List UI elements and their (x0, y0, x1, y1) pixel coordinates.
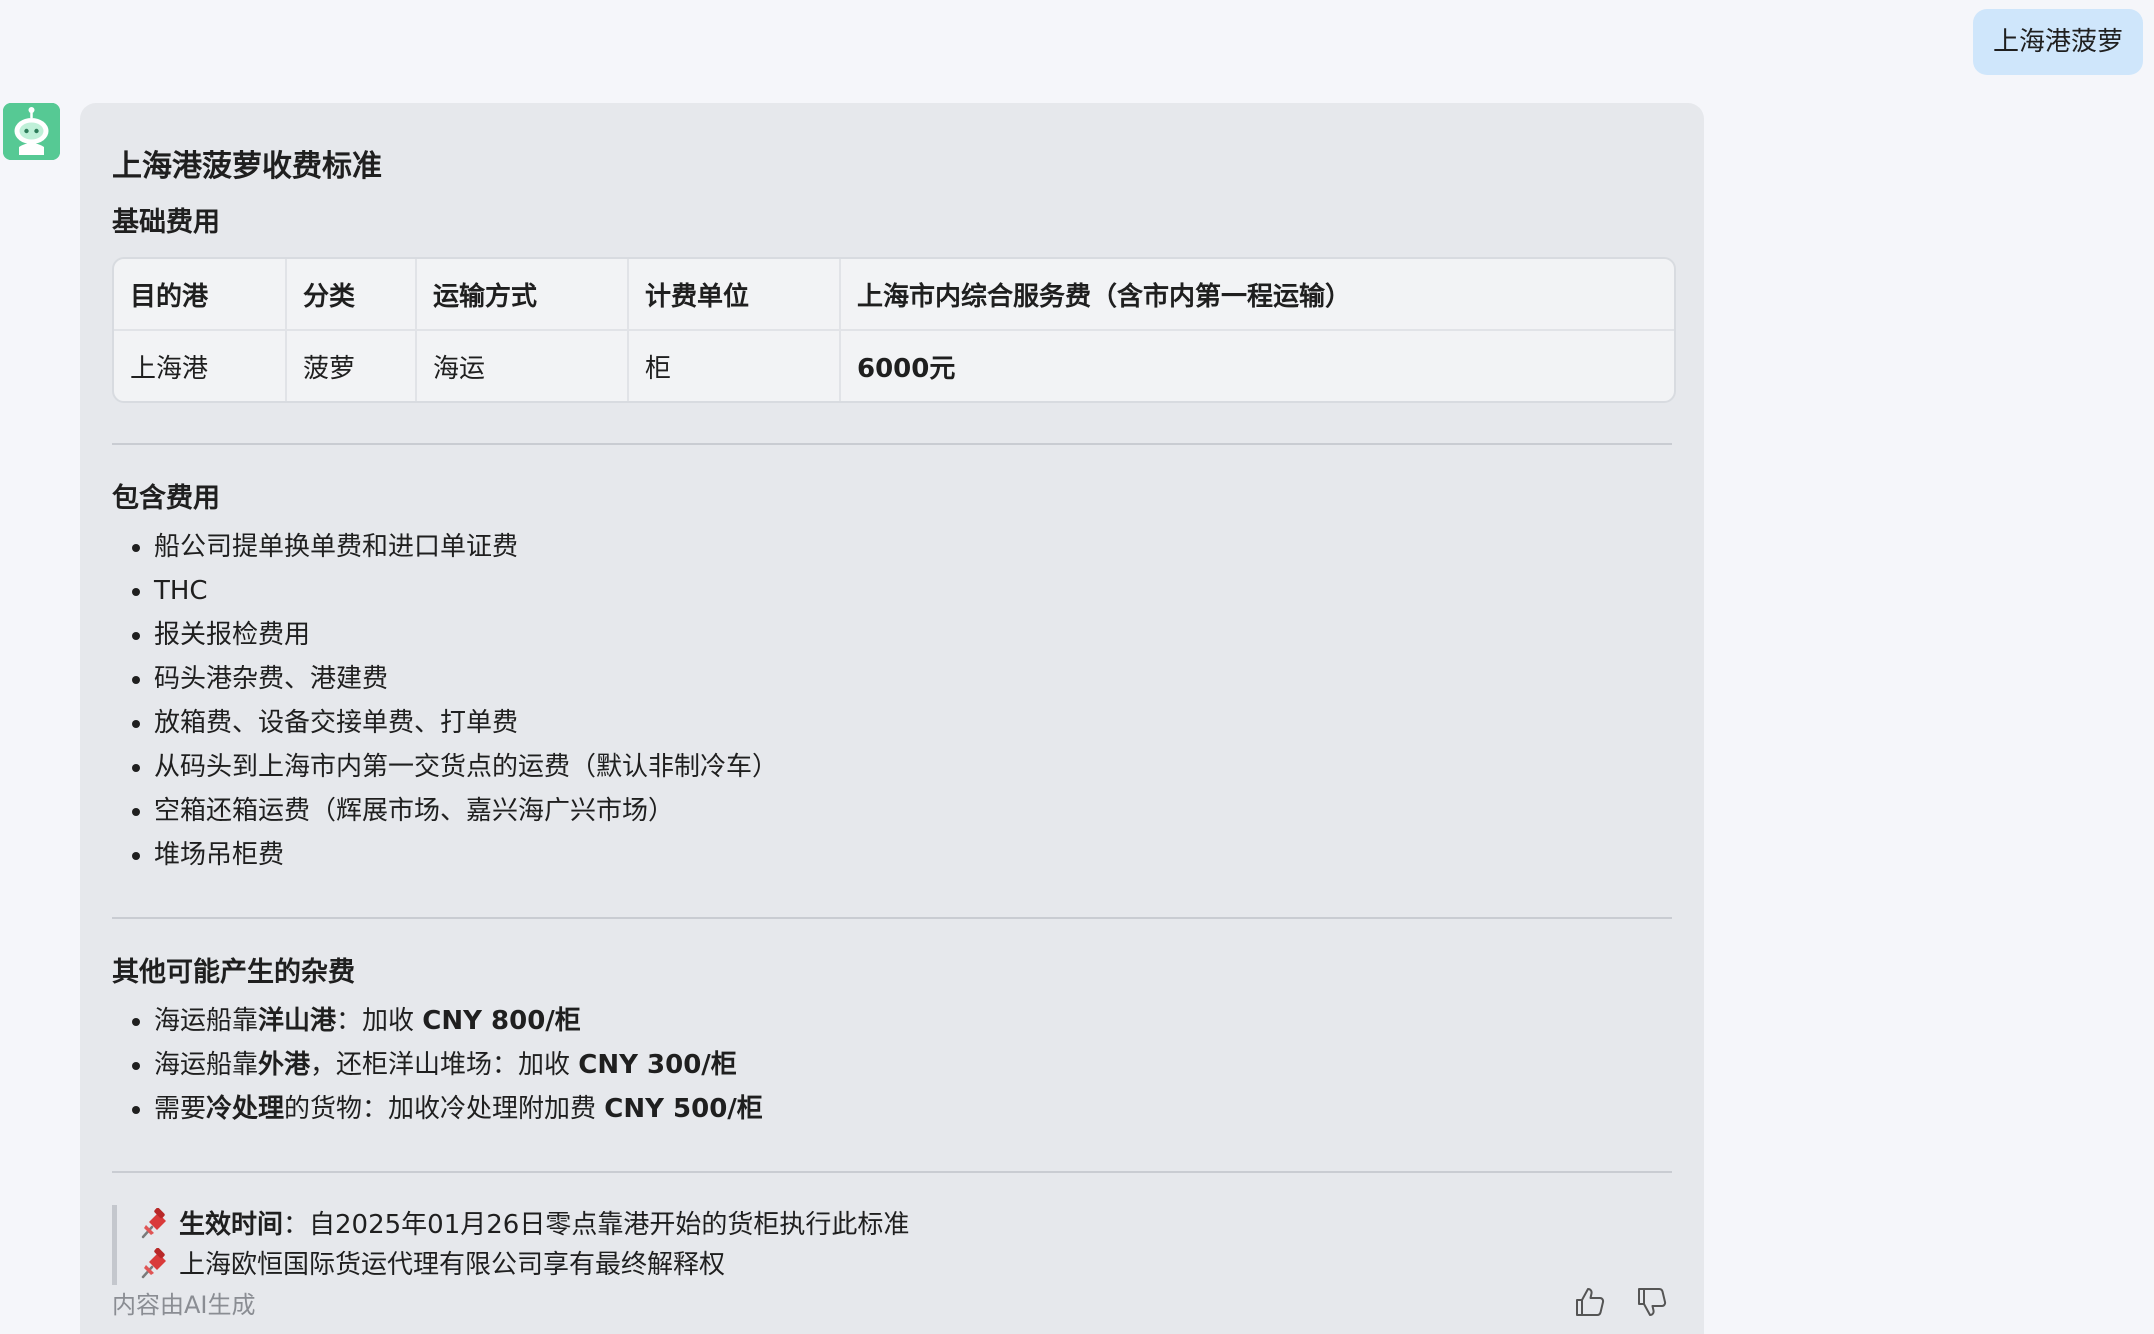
pushpin-icon (141, 1208, 166, 1239)
basic-fees-heading: 基础费用 (112, 207, 220, 238)
table-row: 上海港 菠萝 海运 柜 6000元 (114, 330, 1674, 401)
notes-blockquote: 生效时间 ：自2025年01月26日零点靠港开始的货柜执行此标准 上海欧恒国际货运… (112, 1205, 1672, 1285)
list-item: 船公司提单换单费和进口单证费 (154, 525, 1672, 569)
assistant-message-card: 上海港菠萝收费标准 基础费用 目的港 分类 运输方式 计费单位 上海市内综合服务… (80, 103, 1704, 1334)
list-item: 报关报检费用 (154, 613, 1672, 657)
included-fees-list: 船公司提单换单费和进口单证费 THC 报关报检费用 码头港杂费、港建费 放箱费、… (112, 525, 1672, 877)
fee-table: 目的港 分类 运输方式 计费单位 上海市内综合服务费（含市内第一程运输） 上海港… (114, 259, 1674, 401)
list-item: 从码头到上海市内第一交货点的运费（默认非制冷车） (154, 745, 1672, 789)
table-cell-fee: 6000元 (857, 353, 956, 384)
robot-icon (3, 103, 60, 160)
item-fee: CNY 300/柜 (578, 1050, 737, 1080)
table-header: 计费单位 (628, 259, 841, 331)
item-text: 海运船靠 (154, 1006, 259, 1036)
table-cell: 海运 (416, 330, 629, 401)
item-emphasis: 外港 (258, 1050, 311, 1080)
assistant-avatar (3, 103, 60, 160)
list-item: 需要冷处理的货物：加收冷处理附加费 CNY 500/柜 (154, 1087, 1672, 1131)
item-text: 的货物：加收冷处理附加费 (284, 1094, 605, 1124)
thumbs-down-icon (1638, 1288, 1667, 1316)
chat-page: 上海港菠萝 上海港菠萝收费标准 基础费用 目的港 分类 运输方式 计费单位 上海… (0, 0, 2154, 1334)
table-header-row: 目的港 分类 运输方式 计费单位 上海市内综合服务费（含市内第一程运输） (114, 259, 1674, 331)
list-item: 码头港杂费、港建费 (154, 657, 1672, 701)
item-fee: CNY 500/柜 (604, 1094, 763, 1124)
list-item: 海运船靠外港，还柜洋山堆场：加收 CNY 300/柜 (154, 1043, 1672, 1087)
item-text: ：加收 (336, 1006, 423, 1036)
list-item: THC (154, 569, 1672, 613)
table-header: 分类 (286, 259, 417, 331)
item-emphasis: 冷处理 (206, 1094, 285, 1124)
dislike-button[interactable] (1632, 1282, 1672, 1322)
ai-generated-note: 内容由AI生成 (112, 1290, 256, 1319)
divider (112, 443, 1672, 445)
effective-text: ：自2025年01月26日零点靠港开始的货柜执行此标准 (283, 1210, 910, 1240)
user-message-bubble: 上海港菠萝 (1972, 9, 2143, 75)
table-header: 运输方式 (416, 259, 629, 331)
table-cell: 柜 (628, 330, 841, 401)
message-footer: 内容由AI生成 (112, 1279, 1672, 1325)
item-fee: CNY 800/柜 (422, 1006, 581, 1036)
list-item: 堆场吊柜费 (154, 833, 1672, 877)
like-button[interactable] (1570, 1282, 1610, 1322)
item-text: 海运船靠 (154, 1050, 259, 1080)
divider (112, 917, 1672, 919)
effective-date-note: 生效时间 ：自2025年01月26日零点靠港开始的货柜执行此标准 (137, 1205, 1672, 1245)
item-text: 需要 (154, 1094, 207, 1124)
table-header: 上海市内综合服务费（含市内第一程运输） (840, 259, 1674, 331)
fee-table-container: 目的港 分类 运输方式 计费单位 上海市内综合服务费（含市内第一程运输） 上海港… (112, 257, 1676, 403)
effective-label: 生效时间 (179, 1210, 284, 1240)
response-title: 上海港菠萝收费标准 (112, 149, 382, 184)
item-text: ，还柜洋山堆场：加收 (310, 1050, 579, 1080)
other-fees-heading: 其他可能产生的杂费 (112, 957, 355, 988)
list-item: 空箱还箱运费（辉展市场、嘉兴海广兴市场） (154, 789, 1672, 833)
table-cell: 菠萝 (286, 330, 417, 401)
table-cell: 上海港 (114, 330, 287, 401)
list-item: 海运船靠洋山港：加收 CNY 800/柜 (154, 999, 1672, 1043)
included-fees-heading: 包含费用 (112, 483, 220, 514)
divider (112, 1171, 1672, 1173)
list-item: 放箱费、设备交接单费、打单费 (154, 701, 1672, 745)
other-fees-list: 海运船靠洋山港：加收 CNY 800/柜 海运船靠外港，还柜洋山堆场：加收 CN… (112, 999, 1672, 1131)
feedback-actions (1570, 1282, 1672, 1322)
pushpin-icon (141, 1248, 166, 1279)
item-emphasis: 洋山港 (258, 1006, 337, 1036)
table-header: 目的港 (114, 259, 287, 331)
thumbs-up-icon (1576, 1288, 1605, 1316)
